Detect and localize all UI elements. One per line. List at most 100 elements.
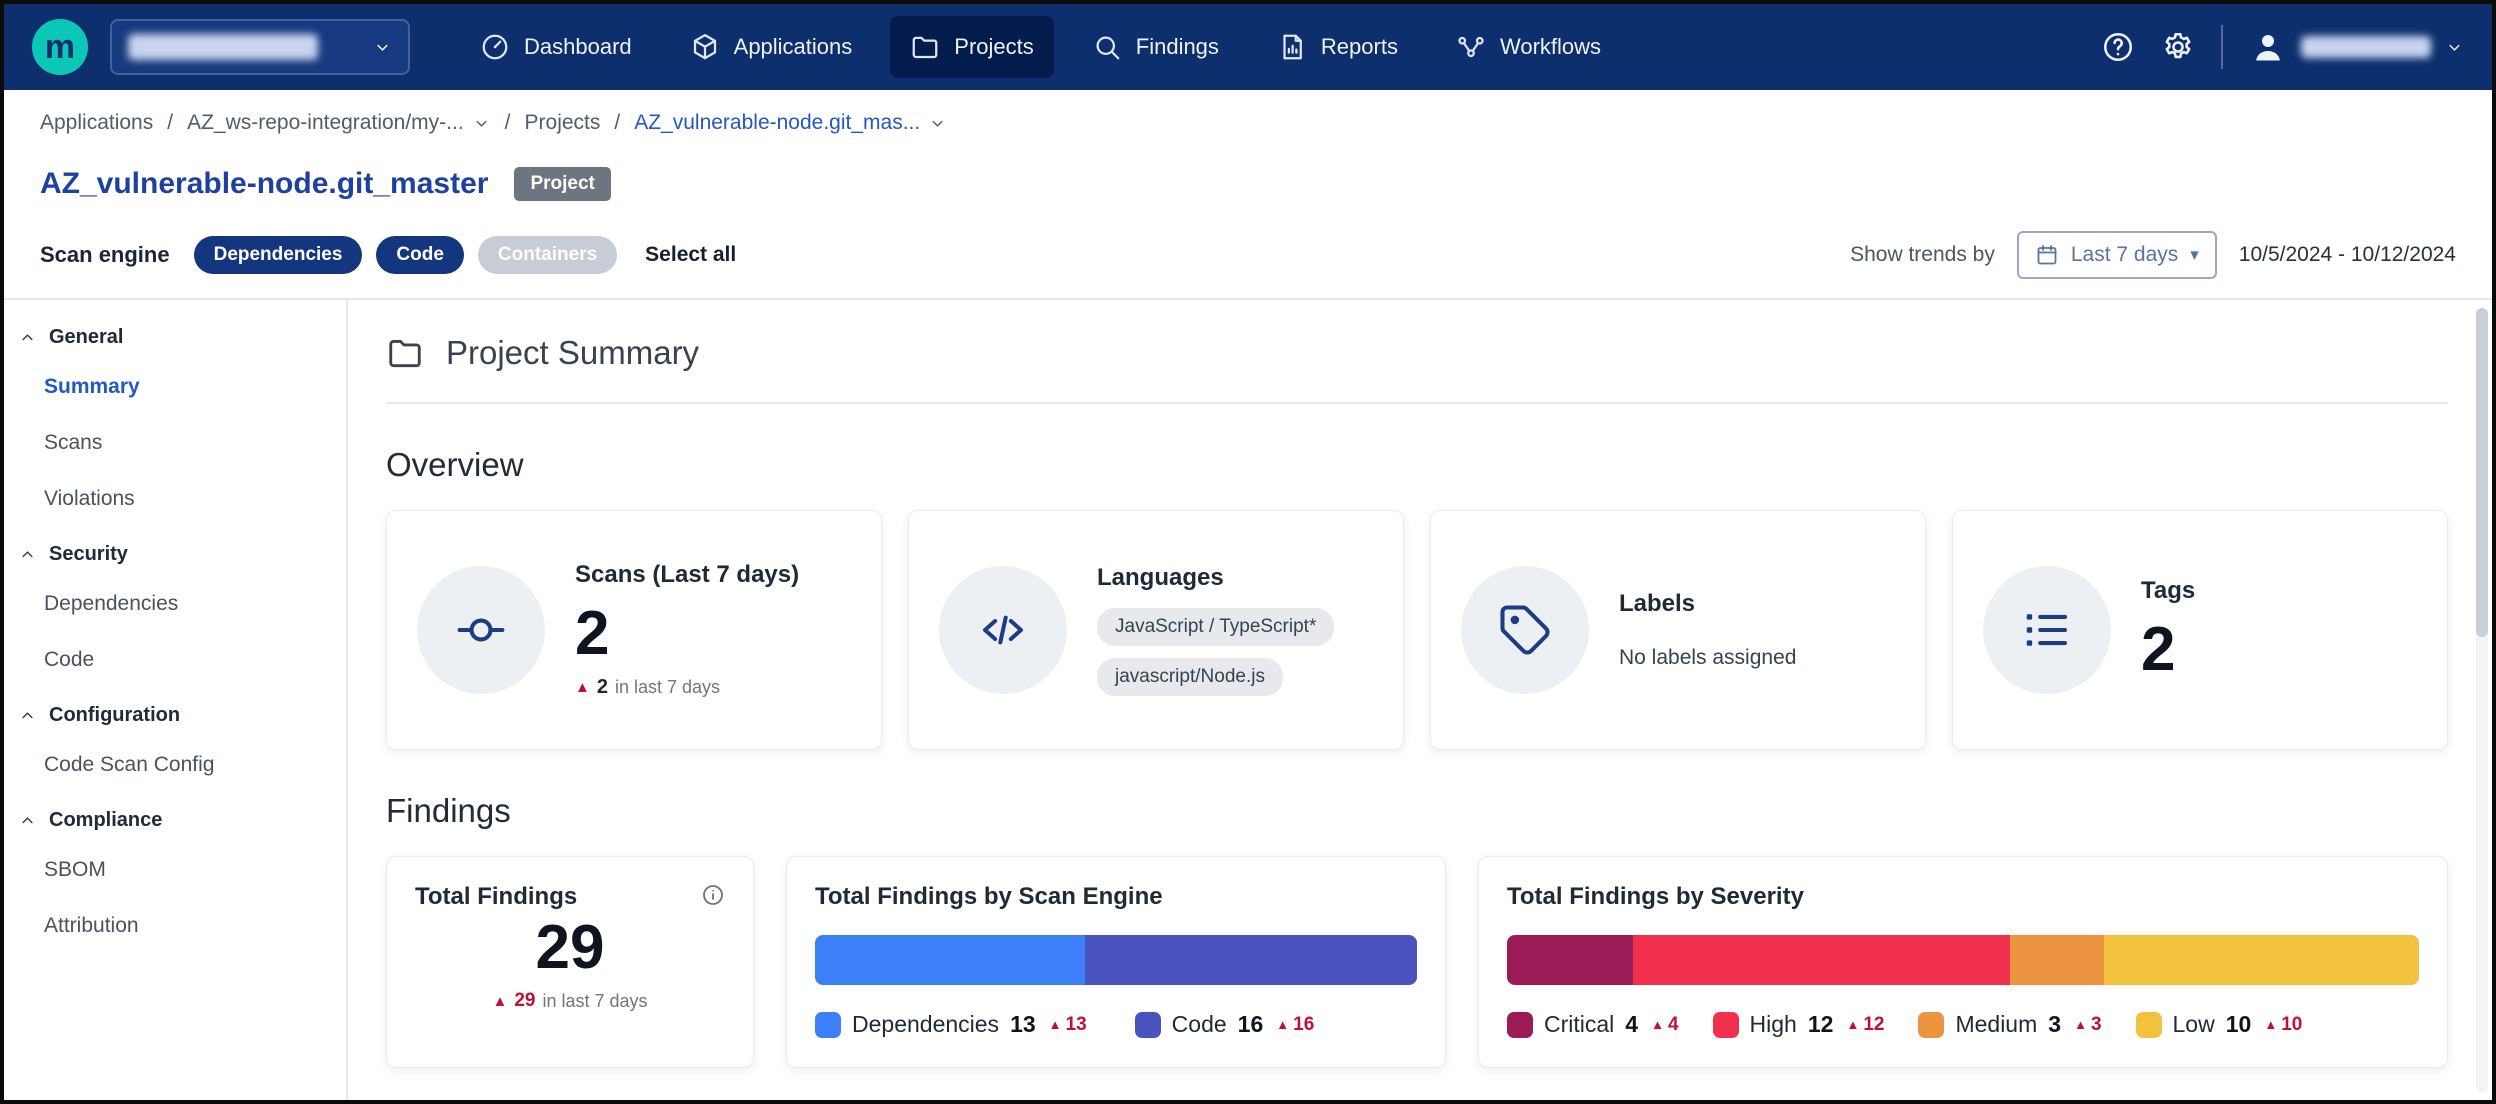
sidebar-section-general-header[interactable]: General bbox=[4, 310, 346, 359]
sidebar-section-security-header[interactable]: Security bbox=[4, 527, 346, 576]
labels-icon-circle bbox=[1461, 566, 1589, 694]
nav-projects[interactable]: Projects bbox=[890, 16, 1053, 78]
languages-icon-circle bbox=[939, 566, 1067, 694]
breadcrumb: Applications / AZ_ws-repo-integration/my… bbox=[4, 90, 2492, 156]
sidebar-item-code-scan-config[interactable]: Code Scan Config bbox=[4, 737, 346, 793]
label-tag-icon bbox=[1498, 603, 1552, 657]
user-menu[interactable] bbox=[2249, 28, 2464, 66]
chevron-up-icon bbox=[18, 811, 37, 830]
sidebar-item-violations[interactable]: Violations bbox=[4, 471, 346, 527]
overview-cards: Scans (Last 7 days) 2 ▲ 2 in last 7 days bbox=[386, 510, 2448, 750]
scan-engine-filters: Scan engine Dependencies Code Containers… bbox=[40, 236, 736, 274]
org-selector-dropdown[interactable] bbox=[110, 19, 410, 75]
chevron-down-icon[interactable] bbox=[928, 114, 947, 133]
findings-cards: Total Findings 29 ▲ 29 in last 7 days bbox=[386, 856, 2448, 1068]
mend-logo-letter: m bbox=[45, 30, 75, 64]
engine-stacked-bar bbox=[815, 935, 1417, 985]
scan-engine-label: Scan engine bbox=[40, 242, 170, 268]
report-icon bbox=[1277, 32, 1307, 62]
legend-value: 16 bbox=[1238, 1011, 1264, 1038]
help-button[interactable] bbox=[2101, 30, 2135, 64]
language-pill: JavaScript / TypeScript* bbox=[1097, 608, 1334, 646]
chevron-up-icon bbox=[18, 328, 37, 347]
scrollbar[interactable] bbox=[2476, 308, 2488, 1092]
legend-value: 3 bbox=[2048, 1011, 2061, 1038]
sidebar-section-compliance: Compliance SBOM Attribution bbox=[4, 793, 346, 954]
nav-divider bbox=[2221, 25, 2223, 69]
legend-swatch bbox=[815, 1012, 841, 1038]
legend-trend: ▲16 bbox=[1276, 1014, 1314, 1036]
tags-count: 2 bbox=[2141, 617, 2195, 682]
legend-label: Dependencies bbox=[852, 1011, 999, 1038]
legend-trend: ▲3 bbox=[2074, 1014, 2101, 1036]
trend-up-icon: ▲ bbox=[2264, 1018, 2277, 1031]
chevron-down-icon bbox=[373, 38, 392, 57]
scans-count: 2 bbox=[575, 601, 799, 666]
nav-reports[interactable]: Reports bbox=[1257, 16, 1418, 78]
select-all-link[interactable]: Select all bbox=[645, 243, 736, 267]
legend-value: 4 bbox=[1625, 1011, 1638, 1038]
info-button[interactable] bbox=[701, 883, 725, 907]
sidebar-item-dependencies[interactable]: Dependencies bbox=[4, 576, 346, 632]
search-icon bbox=[1092, 32, 1122, 62]
legend-code: Code 16 ▲16 bbox=[1135, 1011, 1315, 1038]
labels-card: Labels No labels assigned bbox=[1430, 510, 1926, 750]
sidebar-item-scans[interactable]: Scans bbox=[4, 415, 346, 471]
project-type-badge: Project bbox=[514, 167, 610, 201]
nav-reports-label: Reports bbox=[1321, 34, 1398, 60]
legend-value: 10 bbox=[2226, 1011, 2252, 1038]
legend-value: 12 bbox=[1808, 1011, 1834, 1038]
tags-card-title: Tags bbox=[2141, 577, 2195, 605]
nav-projects-label: Projects bbox=[954, 34, 1033, 60]
legend-label: High bbox=[1750, 1011, 1797, 1038]
nav-applications[interactable]: Applications bbox=[670, 16, 873, 78]
trend-up-icon: ▲ bbox=[1846, 1018, 1859, 1031]
sidebar-section-title: Compliance bbox=[49, 809, 162, 832]
findings-heading: Findings bbox=[386, 792, 2448, 830]
language-pills: JavaScript / TypeScript* javascript/Node… bbox=[1097, 608, 1334, 696]
bar-segment-critical bbox=[1507, 935, 1633, 985]
sidebar-section-configuration-header[interactable]: Configuration bbox=[4, 688, 346, 737]
chevron-up-icon bbox=[18, 545, 37, 564]
chevron-down-icon[interactable] bbox=[472, 114, 491, 133]
sidebar-section-title: Configuration bbox=[49, 704, 180, 727]
legend-swatch bbox=[1918, 1012, 1944, 1038]
nav-applications-label: Applications bbox=[734, 34, 853, 60]
trend-range-dropdown[interactable]: Last 7 days ▾ bbox=[2017, 231, 2217, 279]
total-findings-card: Total Findings 29 ▲ 29 in last 7 days bbox=[386, 856, 754, 1068]
nav-findings[interactable]: Findings bbox=[1072, 16, 1239, 78]
main-content: Project Summary Overview Scans (Last 7 d… bbox=[348, 300, 2492, 1100]
legend-swatch bbox=[2136, 1012, 2162, 1038]
sidebar-section-compliance-header[interactable]: Compliance bbox=[4, 793, 346, 842]
nav-dashboard[interactable]: Dashboard bbox=[460, 16, 652, 78]
page-title: AZ_vulnerable-node.git_master bbox=[40, 167, 488, 201]
engine-pill-dependencies[interactable]: Dependencies bbox=[194, 236, 363, 274]
settings-button[interactable] bbox=[2161, 30, 2195, 64]
page-header: AZ_vulnerable-node.git_master Project bbox=[4, 156, 2492, 212]
bar-segment-high bbox=[1633, 935, 2011, 985]
scans-trend-suffix: in last 7 days bbox=[615, 677, 720, 698]
sidebar-item-summary[interactable]: Summary bbox=[4, 359, 346, 415]
scrollbar-thumb[interactable] bbox=[2476, 308, 2488, 637]
breadcrumb-project-name[interactable]: AZ_vulnerable-node.git_mas... bbox=[634, 111, 920, 135]
scans-card-body: Scans (Last 7 days) 2 ▲ 2 in last 7 days bbox=[575, 561, 799, 699]
breadcrumb-application-name[interactable]: AZ_ws-repo-integration/my-... bbox=[187, 111, 464, 135]
sidebar-item-sbom[interactable]: SBOM bbox=[4, 842, 346, 898]
severity-legend: Critical 4 ▲4 High 12 ▲12 Medium bbox=[1507, 1011, 2419, 1038]
nav-workflows[interactable]: Workflows bbox=[1436, 16, 1621, 78]
help-icon bbox=[2101, 30, 2135, 64]
breadcrumb-applications[interactable]: Applications bbox=[40, 111, 153, 135]
breadcrumb-projects[interactable]: Projects bbox=[525, 111, 601, 135]
scans-trend-value: 2 bbox=[597, 676, 608, 699]
legend-label: Low bbox=[2173, 1011, 2215, 1038]
bar-segment-code bbox=[1085, 935, 1417, 985]
project-summary-title: Project Summary bbox=[446, 334, 699, 372]
total-findings-value-wrap: 29 ▲ 29 in last 7 days bbox=[415, 911, 725, 1012]
sidebar-item-attribution[interactable]: Attribution bbox=[4, 898, 346, 954]
engine-pill-code[interactable]: Code bbox=[376, 236, 464, 274]
user-avatar-icon bbox=[2249, 28, 2287, 66]
overview-heading: Overview bbox=[386, 446, 2448, 484]
sidebar-item-code[interactable]: Code bbox=[4, 632, 346, 688]
mend-logo[interactable]: m bbox=[32, 19, 88, 75]
chevron-up-icon bbox=[18, 706, 37, 725]
